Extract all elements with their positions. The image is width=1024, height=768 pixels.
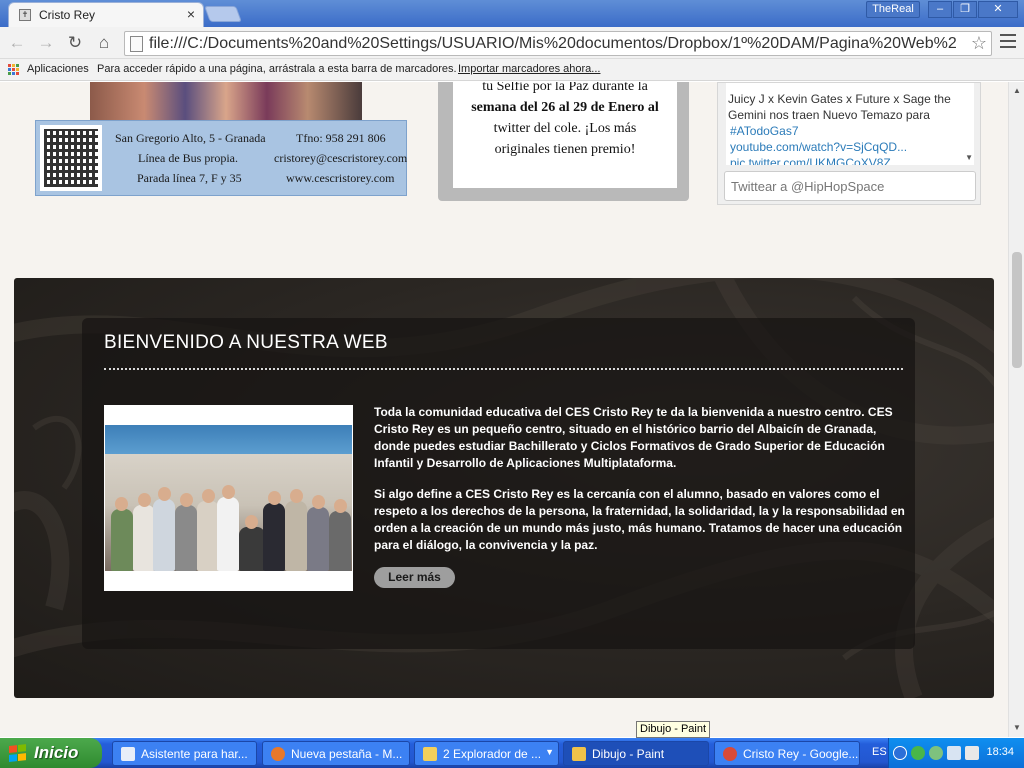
wizard-window-icon xyxy=(121,747,135,761)
promo-line: semana del 26 al 29 de Enero al xyxy=(471,100,659,115)
minimize-button[interactable]: – xyxy=(928,1,952,18)
taskbar-item[interactable]: Asistente para har... xyxy=(112,741,257,766)
welcome-panel: BIENVENIDO A NUESTRA WEB Toda la comunid… xyxy=(82,318,915,649)
contact-phone: Tfno: 958 291 806 xyxy=(296,131,386,145)
back-icon[interactable]: ← xyxy=(6,33,28,55)
tab-cristo-rey[interactable]: ✝ Cristo Rey × xyxy=(8,2,204,27)
reload-icon[interactable]: ↻ xyxy=(64,33,86,55)
home-icon[interactable]: ⌂ xyxy=(93,33,115,55)
page-icon xyxy=(130,36,143,52)
folder-icon xyxy=(423,747,437,761)
system-tray: ES 18:34 xyxy=(872,738,1024,768)
scroll-thumb[interactable] xyxy=(1012,252,1022,368)
contact-email[interactable]: cristorey@cescristorey.com xyxy=(274,151,407,166)
taskbar-item[interactable]: 2 Explorador de ... ▼ xyxy=(414,741,559,766)
welcome-paragraph: Toda la comunidad educativa del CES Cris… xyxy=(374,405,893,470)
chrome-icon xyxy=(723,747,737,761)
tweet-text: Gemini nos traen Nuevo Temazo para xyxy=(728,108,930,122)
tray-back-icon[interactable] xyxy=(893,746,907,760)
title-divider xyxy=(104,368,903,370)
tray-app-icon[interactable] xyxy=(947,746,961,760)
taskbar-item-label: Dibujo - Paint xyxy=(592,747,665,761)
windows-logo-icon xyxy=(9,744,27,762)
security-icon[interactable] xyxy=(911,746,925,760)
forward-icon[interactable]: → xyxy=(35,33,57,55)
start-button[interactable]: Inicio xyxy=(0,738,102,768)
taskbar-item[interactable]: Cristo Rey - Google... xyxy=(714,741,860,766)
bookmarks-bar: Aplicaciones Para acceder rápido a una p… xyxy=(0,59,1024,81)
browser-toolbar: ← → ↻ ⌂ file:///C:/Documents%20and%20Set… xyxy=(0,27,1024,59)
contact-bus-stop: Parada línea 7, F y 35 xyxy=(137,171,242,185)
address-url[interactable]: file:///C:/Documents%20and%20Settings/US… xyxy=(149,35,969,53)
bookmark-star-icon[interactable]: ☆ xyxy=(971,33,987,54)
volume-icon[interactable] xyxy=(965,746,979,760)
group-caret-icon[interactable]: ▼ xyxy=(545,747,554,757)
tweet-scroll-down-icon[interactable]: ▼ xyxy=(965,153,973,162)
qr-code xyxy=(40,125,102,191)
welcome-paragraph: Si algo define a CES Cristo Rey es la ce… xyxy=(374,487,905,552)
clock: 18:34 xyxy=(986,746,1014,758)
tab-title: Cristo Rey xyxy=(39,8,96,22)
taskbar-item-label: 2 Explorador de ... xyxy=(443,747,542,761)
tweet-text: Juicy J x Kevin Gates x Future x Sage th… xyxy=(728,92,951,106)
welcome-text: Toda la comunidad educativa del CES Cris… xyxy=(374,404,914,568)
taskbar-item-label: Cristo Rey - Google... xyxy=(743,747,859,761)
page-scrollbar[interactable]: ▲ ▼ xyxy=(1008,82,1024,737)
taskbar-tooltip: Dibujo - Paint xyxy=(636,721,711,738)
taskbar-item[interactable]: Nueva pestaña - M... xyxy=(262,741,410,766)
language-indicator[interactable]: ES xyxy=(872,746,887,758)
paint-icon xyxy=(572,747,586,761)
promo-line: originales tienen premio! xyxy=(494,142,636,157)
page-favicon-icon: ✝ xyxy=(19,9,31,21)
tweet-input[interactable]: Twittear a @HipHopSpace xyxy=(724,171,976,201)
promo-line: twitter del cole. ¡Los más xyxy=(493,121,637,136)
new-tab-button[interactable] xyxy=(204,6,242,22)
welcome-section: BIENVENIDO A NUESTRA WEB Toda la comunid… xyxy=(14,278,994,698)
contact-address: San Gregorio Alto, 5 - Granada xyxy=(115,131,266,145)
apps-icon[interactable] xyxy=(8,64,20,76)
tab-close-icon[interactable]: × xyxy=(187,6,195,22)
students-photo xyxy=(90,82,362,120)
tweet-link[interactable]: pic.twitter.com/UKMGCoXV8Z xyxy=(730,156,891,165)
browser-titlebar: ✝ Cristo Rey × TheReal – ❐ ✕ xyxy=(0,0,1024,27)
address-bar[interactable]: file:///C:/Documents%20and%20Settings/US… xyxy=(124,31,992,56)
apps-link[interactable]: Aplicaciones xyxy=(27,63,89,75)
taskbar-item-label: Asistente para har... xyxy=(141,747,248,761)
taskbar-item[interactable]: Dibujo - Paint xyxy=(563,741,709,766)
taskbar-item-label: Nueva pestaña - M... xyxy=(291,747,403,761)
selfie-promo-card: tu Selfie por la Paz durante la semana d… xyxy=(438,82,689,201)
tweet-feed[interactable]: Juicy J x Kevin Gates x Future x Sage th… xyxy=(726,83,974,165)
staff-group-photo xyxy=(104,405,353,591)
network-icon[interactable] xyxy=(929,746,943,760)
close-window-button[interactable]: ✕ xyxy=(978,1,1018,18)
contact-bus-line: Línea de Bus propia. xyxy=(138,151,238,165)
firefox-icon xyxy=(271,747,285,761)
contact-web[interactable]: www.cescristorey.com xyxy=(286,171,394,186)
profile-badge[interactable]: TheReal xyxy=(866,1,920,18)
start-label: Inicio xyxy=(34,743,79,762)
read-more-button[interactable]: Leer más xyxy=(374,567,455,588)
import-bookmarks-link[interactable]: Importar marcadores ahora... xyxy=(458,63,600,75)
windows-taskbar: Inicio Asistente para har... Nueva pesta… xyxy=(0,738,1024,768)
page-viewport: San Gregorio Alto, 5 - Granada Línea de … xyxy=(0,82,1008,737)
contact-card: San Gregorio Alto, 5 - Granada Línea de … xyxy=(35,120,407,196)
bookmarks-hint: Para acceder rápido a una página, arrást… xyxy=(97,63,457,75)
scroll-down-icon[interactable]: ▼ xyxy=(1009,721,1024,735)
tweet-hashtag[interactable]: #ATodoGas7 xyxy=(730,124,799,138)
promo-line: tu Selfie por la Paz durante la xyxy=(482,82,648,94)
restore-button[interactable]: ❐ xyxy=(953,1,977,18)
tweet-link[interactable]: youtube.com/watch?v=SjCqQD... xyxy=(730,140,907,154)
scroll-up-icon[interactable]: ▲ xyxy=(1009,84,1024,98)
twitter-widget: Juicy J x Kevin Gates x Future x Sage th… xyxy=(717,82,981,205)
menu-icon[interactable] xyxy=(1000,34,1016,52)
welcome-title: BIENVENIDO A NUESTRA WEB xyxy=(104,332,388,353)
